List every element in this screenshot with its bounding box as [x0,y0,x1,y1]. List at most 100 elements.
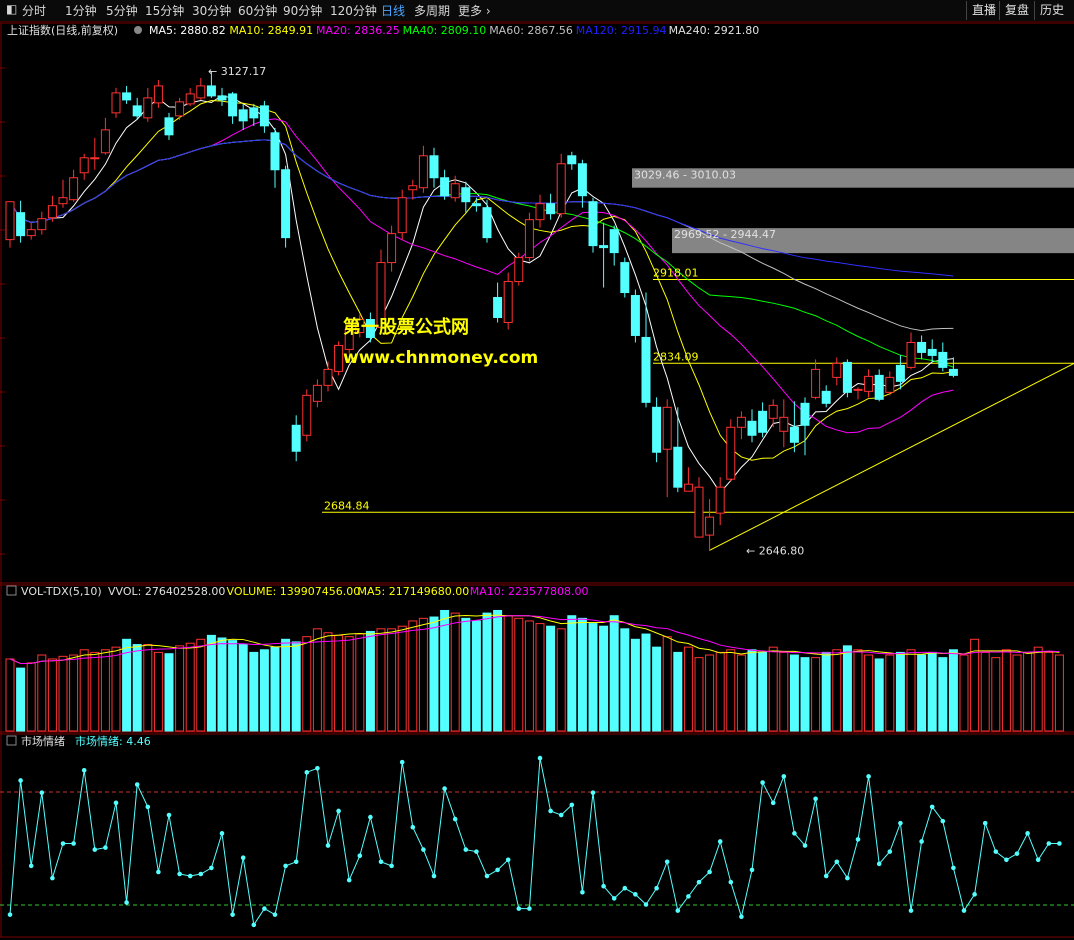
sentiment-point [601,883,606,889]
candle-body [800,402,810,426]
volume-bar [980,651,990,732]
volume-bar [196,638,206,732]
volume-bar [175,645,185,732]
sentiment-point [463,847,469,852]
sentiment-point [749,867,755,873]
candle-body [736,416,746,428]
volume-bar [302,636,312,732]
sentiment-point [113,800,119,806]
candle-body [164,117,174,136]
sentiment-point [60,841,66,846]
ma-legend: MA5: 2880.82 [149,24,226,37]
volume-bar [249,651,259,732]
sentiment-point [802,843,808,848]
volume-bar [705,654,715,732]
volume-bar [185,642,195,732]
sentiment-point [378,859,384,865]
volume-bar [37,654,47,732]
sentiment-point [209,865,214,871]
candle-body [100,129,110,154]
candle-body [938,351,948,368]
sentiment-point [590,790,596,795]
candle-body [79,157,89,174]
volume-bar [58,655,68,732]
sentiment-point [272,912,278,917]
settings-dot-icon [134,26,142,34]
candle-body [175,101,185,117]
volume-bar [927,651,937,732]
sentiment-point [1057,841,1062,846]
candle-body [588,201,598,247]
sentiment-point [431,873,437,879]
candle-body [5,201,15,241]
volume-bar [524,620,534,732]
volume-bar [90,651,100,732]
volume-bar [556,628,566,732]
candle-body [281,169,291,239]
volume-bar [100,649,110,732]
volume-bar [874,658,884,732]
candle-body [111,92,121,114]
volume-bar [387,628,397,732]
volume-bar [948,649,958,732]
sentiment-point [548,808,553,814]
stock-chart[interactable]: ← 3127.17 3029.46 - 3010.03 2969.52 - 2944… [0,0,1074,940]
volume-bar [800,657,810,732]
candle-body [16,212,26,237]
volume-bar [228,640,238,732]
candle-body [917,341,927,353]
volume-bar [47,658,57,732]
sentiment-point [124,900,129,905]
watermark-url: www.chnmoney.com [343,348,539,368]
volume-bar [344,636,354,732]
candle-body [143,97,153,119]
sentiment-point [304,770,310,775]
candle-body [37,218,47,231]
sentiment-series [7,755,1062,928]
ma-line [9,99,954,461]
candle-body [291,424,301,452]
candle-body [270,132,280,171]
candle-body [450,183,460,199]
volume-bar [471,620,481,732]
candle-body [26,229,36,237]
ma-legend: MA40: 2809.10 [403,24,487,37]
sentiment-point [134,782,140,787]
sentiment-point [177,871,182,877]
volume-bar [312,628,322,732]
sentiment-point [633,892,638,897]
candle-body [514,257,524,283]
sentiment-point [569,802,575,808]
watermark-title: 第一股票公式网 [343,317,469,338]
sentiment-point [92,847,98,852]
volume-bar [270,646,280,732]
sentiment-point [940,818,946,824]
sentiment-point [707,869,712,875]
sentiment-point [187,873,193,879]
volume-bar [991,657,1001,732]
volume-bar [832,649,842,732]
sentiment-point [622,885,628,891]
volume-bar [715,651,725,732]
volume-bar [683,646,693,732]
candle-body [779,416,789,432]
candle-body [228,93,238,117]
candle-body [217,95,227,101]
sentiment-point [982,820,988,826]
sentiment-point [813,796,818,802]
volume-legend: VVOL: 276402528.00 [108,585,225,598]
candle-body [747,420,757,436]
volume-bar [736,654,746,732]
volume-bar [482,612,492,732]
volume-bar [535,623,545,732]
sentiment-point [219,831,225,836]
volume-bar [546,625,556,732]
volume-bar [450,612,460,732]
volume-bar [620,628,630,732]
candle-body [768,404,778,419]
sentiment-point [389,863,394,869]
sentiment-point [781,774,787,779]
ma-line [9,94,954,494]
sentiment-header-title: 市场情绪 [21,734,65,748]
volume-legend: MA5: 217149680.00 [358,585,470,598]
